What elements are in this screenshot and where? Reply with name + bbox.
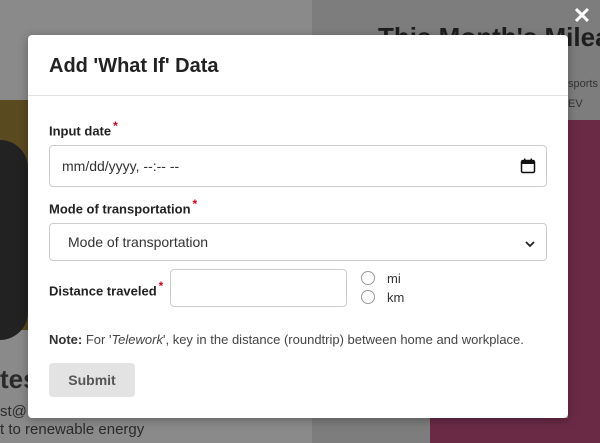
unit-mi-label: mi bbox=[387, 271, 401, 286]
note-text-after: ', key in the distance (roundtrip) betwe… bbox=[162, 332, 524, 347]
unit-km-label: km bbox=[387, 290, 405, 305]
background-email: st@ bbox=[0, 403, 27, 420]
distance-label: Distance traveled * bbox=[49, 279, 164, 299]
note-prefix: Note: bbox=[49, 332, 83, 347]
note-highlight: Telework bbox=[111, 332, 163, 347]
background-chart-area-bottom bbox=[430, 418, 600, 443]
what-if-modal: Add 'What If' Data Input date * mm/dd/yyy… bbox=[28, 35, 568, 418]
chevron-down-icon bbox=[525, 241, 535, 248]
input-date-group: Input date * mm/dd/yyyy, --:-- -- bbox=[49, 119, 547, 188]
required-mark: * bbox=[113, 119, 118, 133]
background-right-legend: EV bbox=[568, 98, 583, 110]
mode-label: Mode of transportation * bbox=[49, 197, 198, 217]
input-date-value: mm/dd/yyyy, --:-- -- bbox=[62, 158, 180, 175]
note-text-before: For ' bbox=[82, 332, 112, 347]
background-right-subtitle: sports bbox=[568, 78, 598, 90]
required-mark: * bbox=[192, 197, 198, 211]
unit-mi-radio[interactable] bbox=[361, 271, 375, 285]
mode-select-value: Mode of transportation bbox=[68, 234, 209, 251]
distance-input[interactable] bbox=[170, 269, 347, 307]
submit-button[interactable]: Submit bbox=[49, 363, 135, 397]
mode-group: Mode of transportation * Mode of transpor… bbox=[49, 197, 547, 262]
background-photo-shape bbox=[0, 140, 28, 340]
mode-select[interactable]: Mode of transportation bbox=[49, 223, 547, 262]
close-icon[interactable]: ✕ bbox=[572, 5, 592, 27]
input-date-label: Input date * bbox=[49, 119, 118, 139]
input-date-field[interactable]: mm/dd/yyyy, --:-- -- bbox=[49, 145, 547, 188]
modal-header: Add 'What If' Data bbox=[28, 35, 568, 96]
calendar-icon[interactable] bbox=[520, 158, 536, 174]
unit-km-radio[interactable] bbox=[361, 290, 375, 304]
distance-group: Distance traveled * mi km bbox=[49, 269, 547, 309]
telework-note: Note: For 'Telework', key in the distanc… bbox=[49, 332, 524, 347]
background-text-line: t to renewable energy bbox=[0, 421, 145, 438]
modal-title: Add 'What If' Data bbox=[49, 55, 219, 77]
background-chart-area bbox=[568, 120, 600, 420]
required-mark: * bbox=[158, 279, 164, 293]
